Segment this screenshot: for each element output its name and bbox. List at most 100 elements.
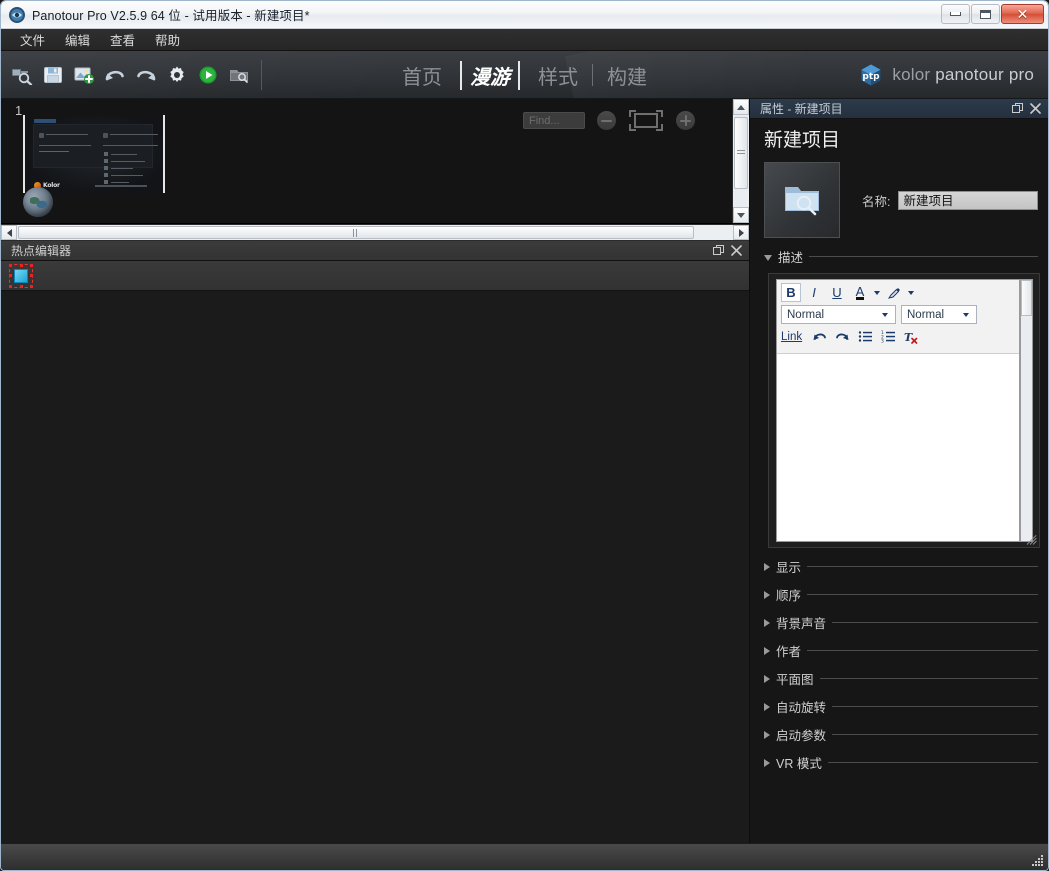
menu-view[interactable]: 查看 (101, 28, 144, 51)
page-title: 新建项目 (760, 119, 1038, 156)
editor-undo-icon[interactable] (809, 327, 829, 346)
panorama-list-panel: 1 (1, 99, 749, 224)
section-background-sound[interactable]: 背景声音 (764, 613, 1038, 632)
bullet-list-icon[interactable] (855, 327, 875, 346)
undo-icon[interactable] (102, 62, 128, 88)
window-title: Panotour Pro V2.5.9 64 位 - 试用版本 - 新建项目* (32, 5, 310, 24)
project-name-input[interactable]: 新建项目 (898, 191, 1038, 210)
close-button[interactable]: ✕ (1001, 4, 1044, 24)
rich-text-toolbar: B I U A (777, 280, 1019, 354)
properties-content: 新建项目 名称: (750, 119, 1048, 843)
close-properties-icon[interactable] (1026, 101, 1044, 117)
window-resize-grip[interactable] (1032, 855, 1043, 866)
redo-icon[interactable] (133, 62, 159, 88)
open-project-icon[interactable] (9, 62, 35, 88)
properties-title: 属性 - 新建项目 (760, 100, 1008, 117)
brand-name: kolor panotour pro (892, 65, 1034, 85)
highlight-pen-icon[interactable] (884, 283, 904, 302)
zoom-out-button[interactable] (597, 111, 616, 130)
panorama-vertical-scrollbar[interactable] (732, 99, 749, 223)
project-preview-thumb[interactable] (764, 162, 840, 238)
save-icon[interactable] (40, 62, 66, 88)
editor-redo-icon[interactable] (832, 327, 852, 346)
properties-header: 属性 - 新建项目 (750, 99, 1048, 119)
svg-text:ptp: ptp (863, 72, 881, 82)
left-pane: 1 (1, 99, 749, 843)
hotspot-editor-panel: 热点编辑器 (1, 241, 749, 843)
section-background-sound-label: 背景声音 (776, 613, 826, 632)
scroll-down-button[interactable] (733, 207, 749, 223)
highlight-dropdown-icon[interactable] (908, 291, 914, 295)
minimize-button[interactable] (941, 4, 970, 24)
add-image-icon[interactable] (71, 62, 97, 88)
float-panel-icon[interactable] (709, 243, 727, 259)
main-toolbar (1, 51, 270, 98)
hscroll-track[interactable] (17, 225, 733, 240)
section-display[interactable]: 显示 (764, 557, 1038, 576)
status-bar (1, 843, 1048, 870)
font-size-select[interactable]: Normal (901, 305, 977, 324)
hotspot-item[interactable] (9, 264, 33, 288)
paragraph-style-select[interactable]: Normal (781, 305, 896, 324)
underline-button[interactable]: U (827, 283, 847, 302)
hotspot-editor-canvas[interactable] (1, 291, 749, 843)
project-name-row: 名称: 新建项目 (764, 162, 1038, 238)
zoom-in-button[interactable] (676, 111, 695, 130)
bold-button[interactable]: B (781, 283, 801, 302)
section-description[interactable]: 描述 (764, 247, 1038, 266)
clear-formatting-icon[interactable]: T (901, 327, 921, 346)
menu-help[interactable]: 帮助 (146, 28, 189, 51)
panorama-index: 1 (15, 103, 22, 118)
find-input[interactable]: Find... (523, 112, 585, 129)
fit-to-window-button[interactable] (629, 110, 663, 131)
description-scrollbar[interactable] (1020, 279, 1033, 542)
svg-text:T: T (904, 331, 913, 344)
panorama-canvas[interactable]: 1 (1, 99, 732, 223)
section-order[interactable]: 顺序 (764, 585, 1038, 604)
tab-style[interactable]: 样式 (524, 61, 592, 90)
insert-link-button[interactable]: Link (781, 331, 802, 343)
main-body: 1 (1, 99, 1048, 843)
panorama-horizontal-scrollbar[interactable] (1, 224, 749, 241)
scroll-left-button[interactable] (1, 225, 17, 240)
globe-icon[interactable] (23, 187, 53, 217)
settings-gear-icon[interactable] (164, 62, 190, 88)
panorama-thumbnail[interactable]: Kolor (23, 115, 165, 193)
maximize-button[interactable] (971, 4, 1000, 24)
description-textarea[interactable] (777, 354, 1019, 541)
font-color-dropdown-icon[interactable] (874, 291, 880, 295)
hscroll-thumb[interactable] (18, 226, 694, 239)
section-vr-mode[interactable]: VR 模式 (764, 753, 1038, 772)
font-color-button[interactable]: A (850, 283, 870, 302)
section-floor-plan[interactable]: 平面图 (764, 669, 1038, 688)
section-author-label: 作者 (776, 641, 801, 660)
scroll-right-button[interactable] (733, 225, 749, 240)
scroll-track[interactable] (733, 115, 749, 207)
italic-button[interactable]: I (804, 283, 824, 302)
float-properties-icon[interactable] (1008, 101, 1026, 117)
numbered-list-icon[interactable]: 1 2 3 (878, 327, 898, 346)
section-order-label: 顺序 (776, 585, 801, 604)
play-icon[interactable] (195, 62, 221, 88)
hotspot-editor-title: 热点编辑器 (11, 242, 709, 259)
brand-name-prefix: kolor (892, 65, 930, 84)
menu-edit[interactable]: 编辑 (56, 28, 99, 51)
menu-file[interactable]: 文件 (11, 28, 54, 51)
tab-tour[interactable]: 漫游 (460, 61, 520, 90)
brand-area: ptp kolor panotour pro (859, 51, 1034, 99)
description-scroll-thumb[interactable] (1021, 280, 1032, 316)
scroll-thumb[interactable] (734, 117, 748, 189)
scroll-up-button[interactable] (733, 99, 749, 115)
svg-text:3: 3 (881, 339, 884, 343)
section-author[interactable]: 作者 (764, 641, 1038, 660)
close-panel-icon[interactable] (727, 243, 745, 259)
section-vr-mode-label: VR 模式 (776, 753, 822, 772)
section-floor-plan-label: 平面图 (776, 669, 814, 688)
tab-home[interactable]: 首页 (388, 61, 456, 90)
description-resize-grip[interactable] (1026, 534, 1038, 546)
section-description-label: 描述 (778, 247, 803, 266)
output-folder-icon[interactable] (226, 62, 252, 88)
section-auto-rotate[interactable]: 自动旋转 (764, 697, 1038, 716)
section-startup-params[interactable]: 启动参数 (764, 725, 1038, 744)
tab-build[interactable]: 构建 (593, 61, 661, 90)
